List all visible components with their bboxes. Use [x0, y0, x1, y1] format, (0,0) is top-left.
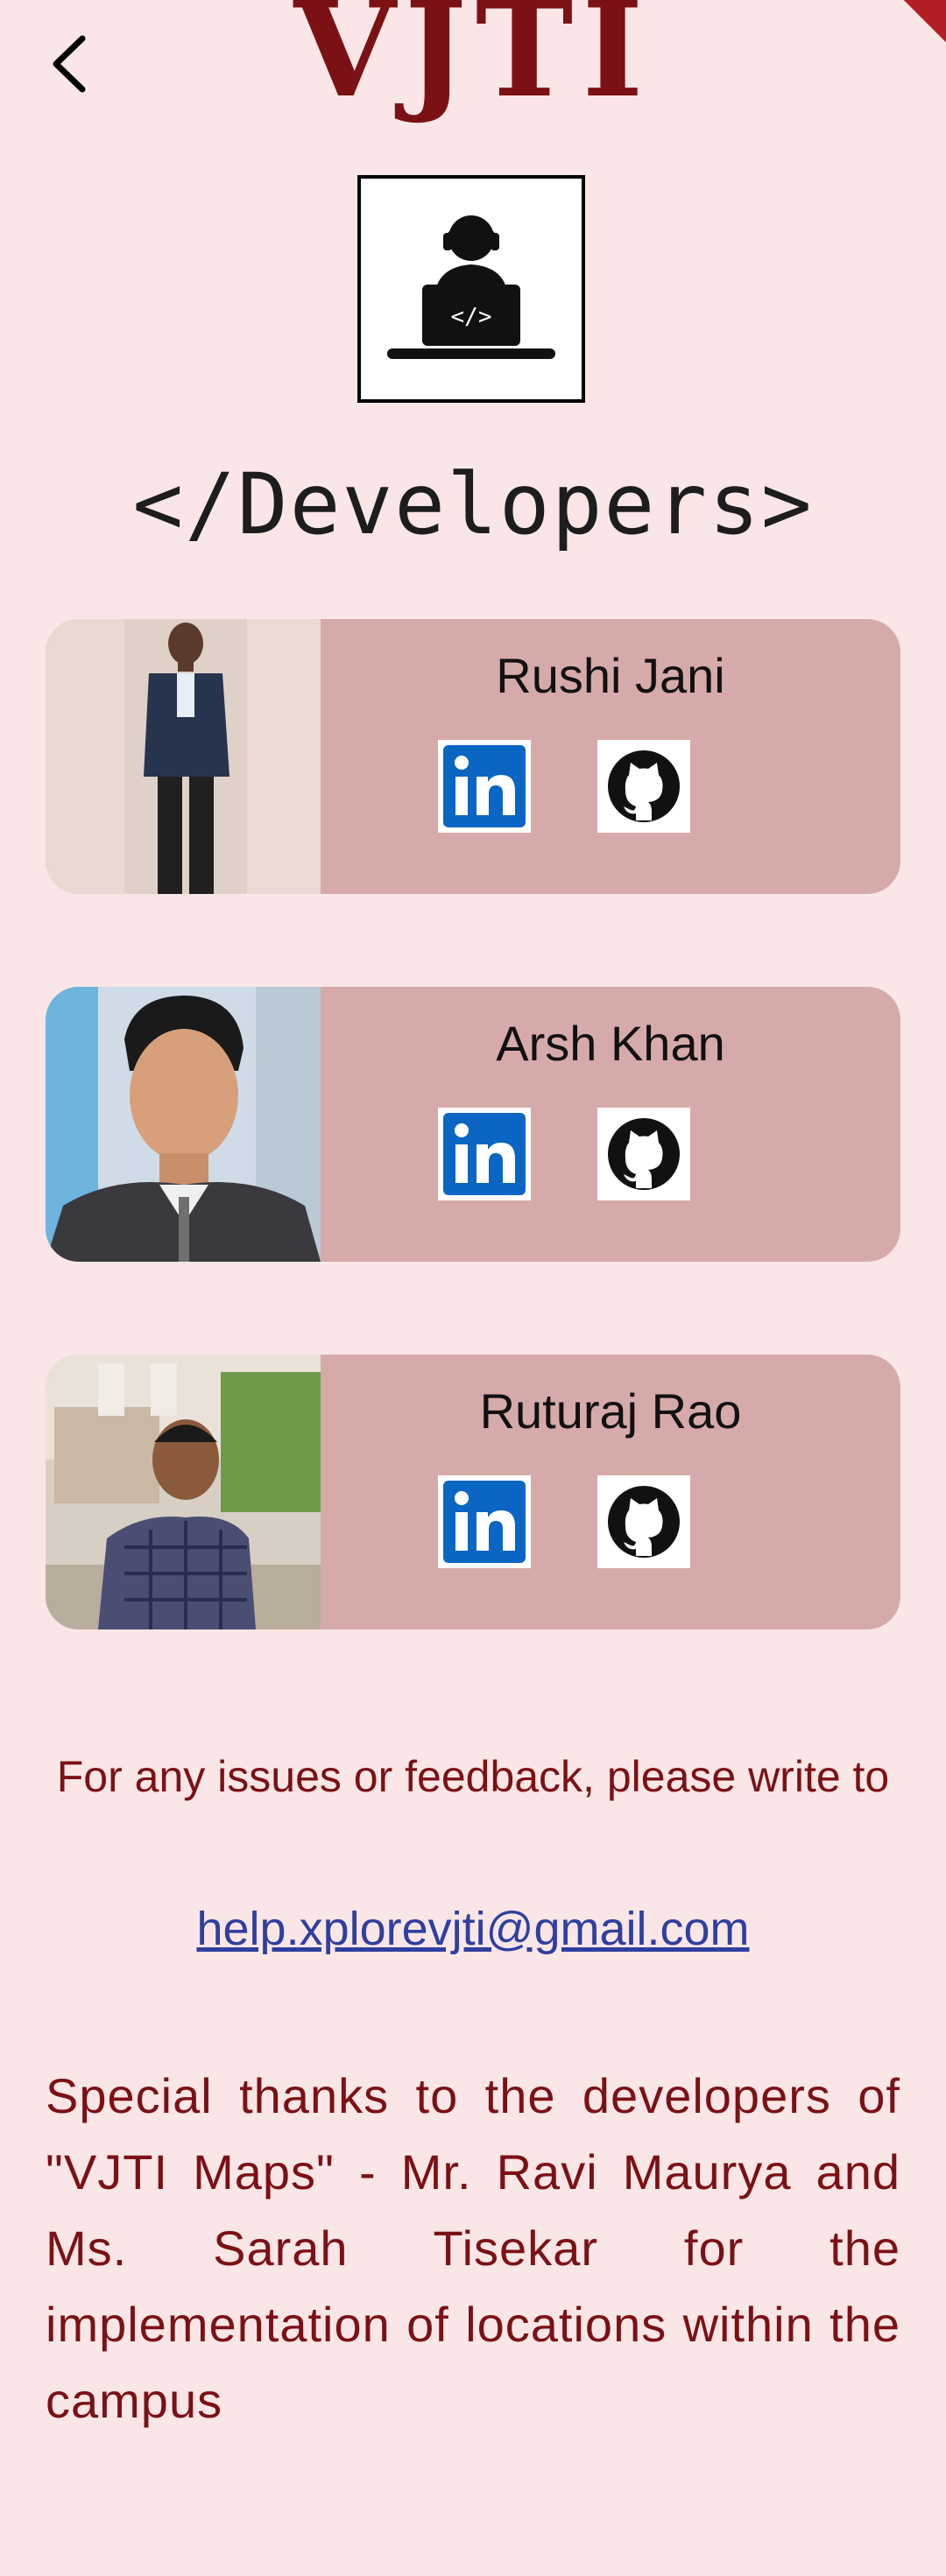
feedback-text: For any issues or feedback, please write… [56, 1752, 890, 1801]
developer-icon-box: </> [357, 175, 585, 403]
linkedin-icon [443, 1113, 526, 1195]
developer-name: Rushi Jani [496, 648, 725, 703]
app-logo: VJTI [293, 0, 653, 127]
developer-card-ruturaj: Ruturaj Rao [46, 1355, 900, 1629]
linkedin-button[interactable] [438, 1475, 531, 1568]
developer-laptop-icon: </> [387, 215, 555, 359]
page-title: </Developers> [132, 455, 814, 553]
person-photo [46, 619, 321, 894]
github-button[interactable] [597, 1475, 690, 1568]
github-icon [608, 1486, 680, 1558]
github-icon [608, 1118, 680, 1190]
linkedin-button[interactable] [438, 1108, 531, 1200]
linkedin-button[interactable] [438, 740, 531, 833]
support-email-link[interactable]: help.xplorevjti@gmail.com [0, 1902, 946, 1956]
developer-name: Arsh Khan [496, 1016, 725, 1071]
person-photo [46, 987, 321, 1262]
person-photo [46, 1355, 321, 1629]
svg-text:</>: </> [451, 304, 492, 330]
linkedin-icon [443, 745, 526, 827]
developer-name: Ruturaj Rao [479, 1383, 742, 1439]
special-thanks-text: Special thanks to the developers of "VJT… [46, 2068, 900, 2428]
github-icon [608, 750, 680, 822]
github-button[interactable] [597, 740, 690, 833]
github-button[interactable] [597, 1108, 690, 1200]
developer-card-arsh: Arsh Khan [46, 987, 900, 1262]
developer-card-rushi: Rushi Jani [46, 619, 900, 894]
linkedin-icon [443, 1481, 526, 1563]
